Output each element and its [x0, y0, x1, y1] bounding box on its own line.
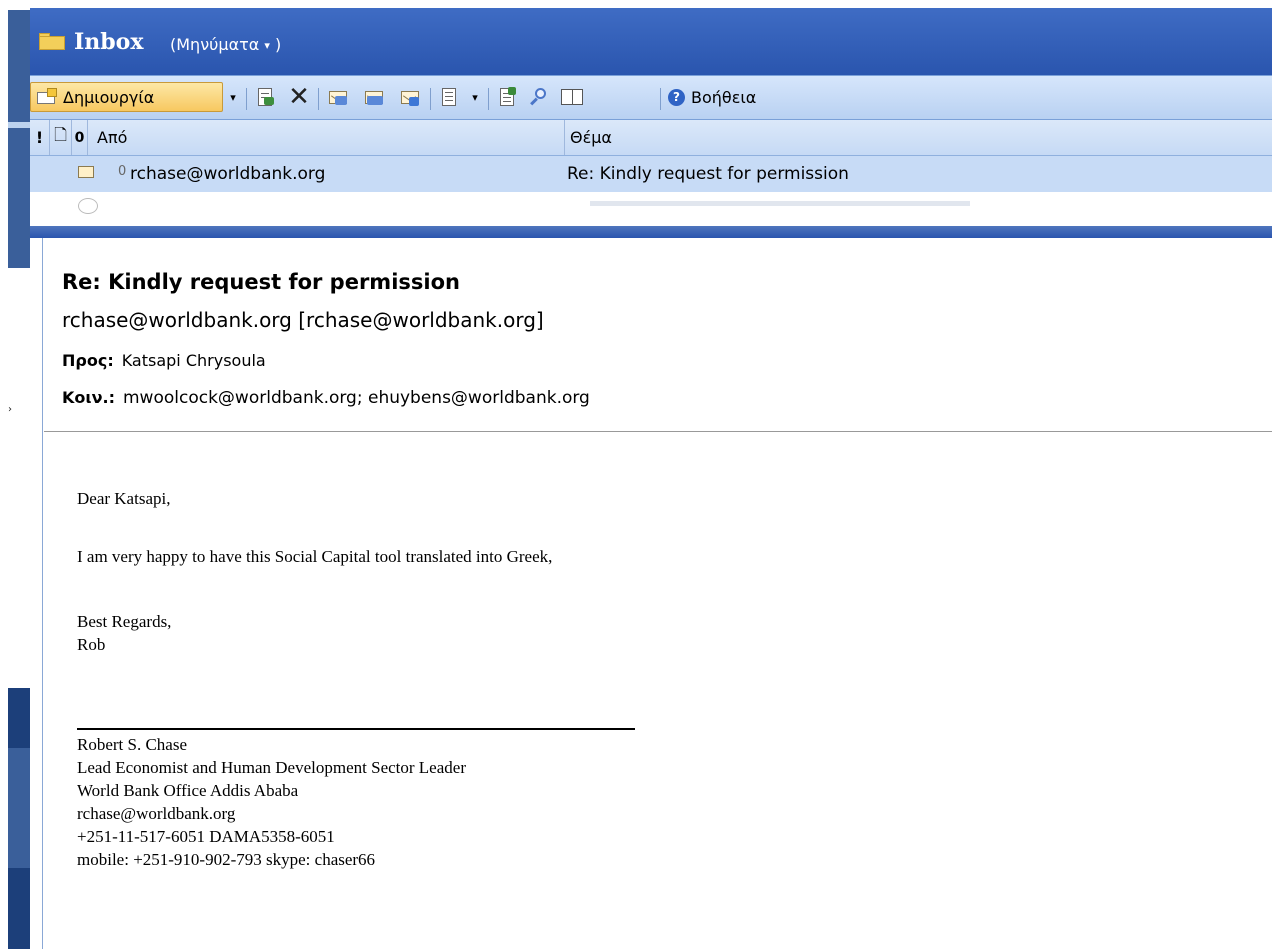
view-selector[interactable]: (Μηνύματα ▾ ): [170, 35, 281, 54]
message-row-partially-hidden[interactable]: [30, 192, 1272, 218]
forward-button[interactable]: [394, 82, 426, 112]
toolbar-separator: [246, 88, 247, 110]
chevron-down-icon: ▾: [472, 90, 478, 104]
paperclip-icon: 0: [74, 129, 85, 146]
move-to-folder-button[interactable]: [250, 82, 280, 112]
envelope-icon: [78, 198, 98, 214]
subject-column-header[interactable]: Θέμα: [565, 120, 1272, 155]
message-subject: Re: Kindly request for permission: [567, 164, 849, 184]
importance-column-header[interactable]: !: [30, 120, 50, 155]
reading-pane-button[interactable]: [434, 82, 464, 112]
address-book-icon: [561, 89, 583, 105]
reading-sender: rchase@worldbank.org [rchase@worldbank.o…: [62, 308, 544, 332]
reply-button[interactable]: [322, 82, 354, 112]
from-column-label: Από: [97, 128, 128, 147]
attachment-column-header[interactable]: 0: [72, 120, 88, 155]
chevron-down-icon: ▾: [264, 39, 270, 52]
toolbar-separator: [430, 88, 431, 110]
body-paragraph: I am very happy to have this Social Capi…: [77, 547, 553, 566]
delete-button[interactable]: ✕: [284, 82, 314, 112]
outlook-web-window: › Inbox (Μηνύματα ▾ ) Δημιουργία ▾ ✕ ▾ ?…: [0, 0, 1272, 949]
signature-phone: +251-11-517-6051 DAMA5358-6051: [77, 827, 335, 846]
message-from: rchase@worldbank.org: [130, 164, 326, 184]
reading-subject: Re: Kindly request for permission: [62, 270, 460, 294]
toolbar: Δημιουργία ▾ ✕ ▾ ? Βοήθεια: [30, 75, 1272, 120]
signature-email[interactable]: rchase@worldbank.org: [77, 802, 235, 825]
help-button[interactable]: ? Βοήθεια: [668, 82, 788, 112]
new-message-button[interactable]: Δημιουργία: [30, 82, 223, 112]
cc-recipients[interactable]: mwoolcock@worldbank.org; ehuybens@worldb…: [123, 388, 590, 408]
new-message-label: Δημιουργία: [63, 87, 155, 107]
check-messages-button[interactable]: [492, 82, 522, 112]
view-close-paren: ): [275, 35, 282, 54]
view-label: (Μηνύματα: [170, 35, 260, 54]
navigation-pane-edge: ›: [8, 8, 30, 949]
from-column-header[interactable]: Από: [88, 120, 565, 155]
search-icon: [529, 87, 549, 107]
main-pane: Inbox (Μηνύματα ▾ ) Δημιουργία ▾ ✕ ▾ ? Β…: [30, 8, 1272, 949]
type-column-header[interactable]: 🗋: [50, 120, 72, 155]
envelope-opened-icon: [78, 166, 94, 178]
window-left-edge: [0, 8, 8, 949]
collapse-arrow-icon[interactable]: ›: [8, 404, 14, 418]
signature-title: Lead Economist and Human Development Sec…: [77, 758, 466, 777]
nav-highlight: [8, 8, 30, 10]
pane-splitter[interactable]: [30, 226, 1272, 238]
nav-band: [8, 688, 30, 748]
nav-pane-body: [8, 268, 30, 688]
help-icon: ?: [668, 88, 685, 106]
to-line: Προς: Katsapi Chrysoula: [62, 351, 266, 370]
message-row[interactable]: 0 rchase@worldbank.org Re: Kindly reques…: [30, 156, 1272, 192]
delete-icon: ✕: [288, 82, 310, 112]
message-list-header: ! 🗋 0 Από Θέμα: [30, 120, 1272, 156]
toolbar-separator: [318, 88, 319, 110]
cc-line: Κοιν.: mwoolcock@worldbank.org; ehuybens@…: [62, 388, 590, 408]
to-recipient[interactable]: Katsapi Chrysoula: [122, 351, 266, 370]
reply-all-button[interactable]: [358, 82, 390, 112]
body-closing: Best Regards,: [77, 612, 172, 631]
signature-mobile: mobile: +251-910-902-793 skype: chaser66: [77, 850, 376, 869]
nav-band: [8, 868, 30, 949]
address-book-button[interactable]: [556, 82, 588, 112]
body-greeting: Dear Katsapi,: [77, 489, 171, 508]
header-divider: [44, 431, 1272, 432]
document-icon: 🗋: [54, 125, 67, 144]
toolbar-separator: [488, 88, 489, 110]
paperclip-icon: 0: [118, 164, 127, 179]
find-button[interactable]: [524, 82, 554, 112]
to-label: Προς:: [62, 351, 114, 370]
signature-office: World Bank Office Addis Ababa: [77, 781, 299, 800]
nav-highlight: [8, 122, 30, 128]
toolbar-separator: [660, 88, 661, 110]
subject-column-label: Θέμα: [570, 128, 612, 147]
cc-label: Κοιν.:: [62, 388, 115, 407]
hidden-row-text: [590, 201, 970, 206]
help-label: Βοήθεια: [691, 87, 757, 107]
window-top-edge: [0, 0, 1272, 8]
move-to-folder-icon: [254, 87, 276, 107]
new-message-icon: [37, 88, 59, 106]
folder-title: Inbox: [74, 29, 144, 55]
body-name: Rob: [77, 635, 106, 654]
reply-all-icon: [363, 87, 385, 107]
chevron-down-icon: ▾: [230, 90, 236, 104]
signature-name: Robert S. Chase: [77, 735, 188, 754]
check-messages-icon: [496, 87, 518, 107]
reply-icon: [327, 87, 349, 107]
folder-header: Inbox (Μηνύματα ▾ ): [30, 8, 1272, 75]
reading-pane-icon: [438, 87, 460, 107]
reading-pane: Re: Kindly request for permission rchase…: [42, 238, 1272, 949]
forward-icon: [399, 87, 421, 107]
new-options-dropdown[interactable]: ▾: [224, 82, 242, 112]
folder-icon: [39, 33, 65, 50]
importance-icon: !: [35, 128, 44, 147]
view-options-dropdown[interactable]: ▾: [466, 82, 484, 112]
signature-rule: [77, 728, 635, 730]
